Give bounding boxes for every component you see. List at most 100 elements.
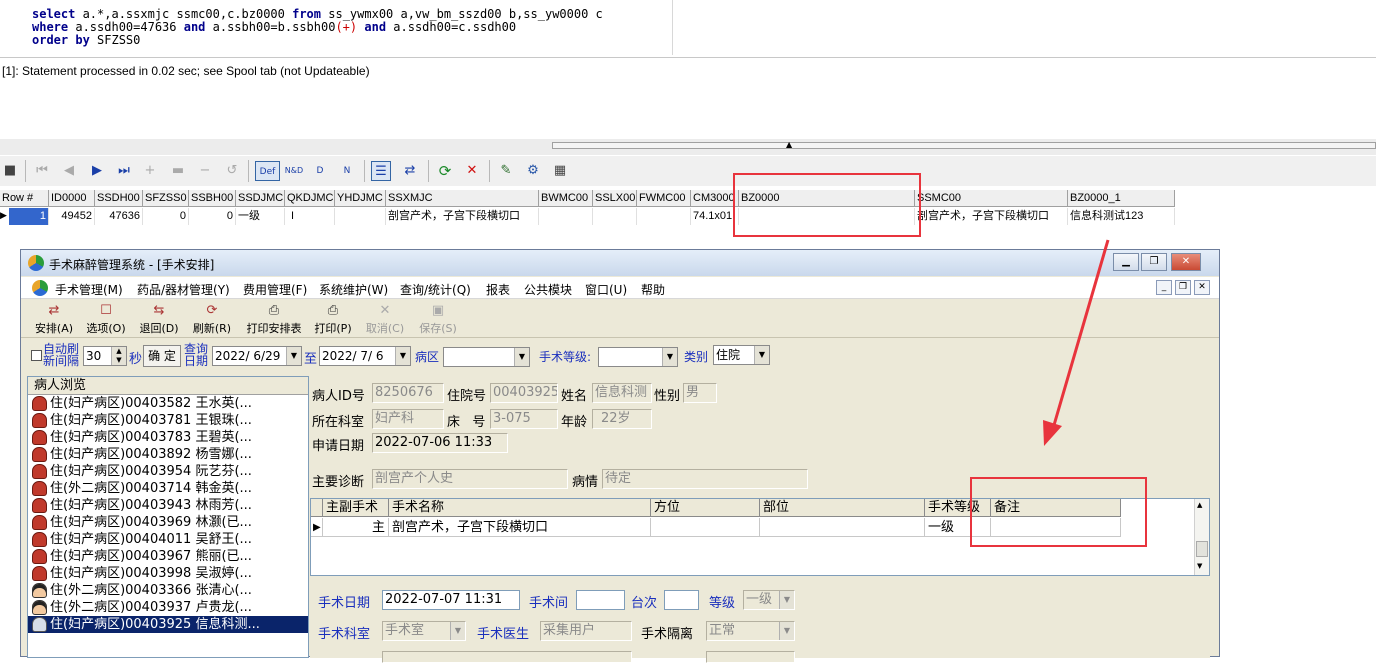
close-icon[interactable]: ✕: [462, 161, 482, 181]
chevron-down-icon[interactable]: ▼: [779, 622, 794, 640]
spin-icon[interactable]: ▲ ▼: [111, 347, 126, 365]
mdi-close-icon[interactable]: ✕: [1194, 280, 1210, 295]
grid-header[interactable]: SFZSS0: [143, 190, 189, 207]
patient-list-item[interactable]: 住(妇产病区)00403783 王碧英(...: [28, 429, 308, 446]
patient-list-item[interactable]: 住(妇产病区)00404011 吴舒王(...: [28, 531, 308, 548]
grid-cell[interactable]: 信息科测试123: [1068, 208, 1175, 225]
surgery-cell[interactable]: 剖宫产术，子宫下段横切口: [389, 518, 651, 537]
mdi-minimize-icon[interactable]: _: [1156, 280, 1172, 295]
patient-list-item[interactable]: 住(妇产病区)00403892 杨雪娜(...: [28, 446, 308, 463]
grid-cell[interactable]: 剖宫产术，子宫下段横切口: [915, 208, 1068, 225]
pane-splitter[interactable]: ▲: [0, 139, 1376, 155]
save-icon[interactable]: ■: [0, 161, 20, 181]
chevron-down-icon[interactable]: ▼: [754, 346, 769, 364]
sql-editor[interactable]: select a.*,a.ssxmjc ssmc00,c.bz0000 from…: [0, 0, 1376, 57]
view-d-button[interactable]: D: [310, 161, 330, 181]
last-record-icon[interactable]: ⏭: [114, 161, 134, 181]
menu-public[interactable]: 公共模块: [524, 281, 572, 298]
surgery-grid-header[interactable]: 手术名称: [389, 499, 651, 517]
next-record-icon[interactable]: ▶: [87, 161, 107, 181]
patient-list-item[interactable]: 住(妇产病区)00403781 王银珠(...: [28, 412, 308, 429]
patient-list-item[interactable]: 住(妇产病区)00403954 阮艺芬(...: [28, 463, 308, 480]
menu-window[interactable]: 窗口(U): [585, 281, 627, 298]
grid-header[interactable]: SSXMJC: [386, 190, 539, 207]
surgery-date-field[interactable]: 2022-07-07 11:31: [382, 590, 520, 610]
grid-cell[interactable]: [335, 208, 386, 225]
view-nd-button[interactable]: N&D: [283, 161, 305, 181]
grid-header[interactable]: Row #: [0, 190, 49, 207]
level-select[interactable]: ▼: [598, 347, 678, 367]
grid-header[interactable]: SSDH00: [95, 190, 143, 207]
first-record-icon[interactable]: ⏮: [32, 161, 52, 181]
surgery-cell[interactable]: 主: [323, 518, 389, 537]
age-field[interactable]: 22岁: [592, 409, 652, 429]
chevron-down-icon[interactable]: ▼: [662, 348, 677, 366]
mdi-restore-icon[interactable]: ❐: [1175, 280, 1191, 295]
form-view-icon[interactable]: ⇄: [400, 161, 420, 181]
cancel-button[interactable]: ✕ 取消(C): [363, 302, 407, 336]
splitter-bar[interactable]: [552, 142, 1376, 149]
chevron-down-icon[interactable]: ▼: [450, 622, 465, 640]
date-to-picker[interactable]: 2022/ 7/ 6 ▼: [319, 346, 411, 366]
grid-settings-icon[interactable]: ▦: [550, 161, 570, 181]
close-icon[interactable]: ✕: [1171, 253, 1201, 271]
app-title-bar[interactable]: 手术麻醉管理系统 - [手术安排] ▁ ❐ ✕: [21, 250, 1219, 276]
menu-query[interactable]: 查询/统计(Q): [400, 281, 471, 298]
grid-cell[interactable]: 剖宫产术，子宫下段横切口: [386, 208, 539, 225]
grid-cell[interactable]: 一级: [236, 208, 285, 225]
chevron-down-icon[interactable]: ▼: [514, 348, 529, 366]
surgery-cell[interactable]: [651, 518, 760, 537]
surgery-grid-scrollbar[interactable]: ▲ ▼: [1194, 499, 1209, 575]
grid-cell[interactable]: [637, 208, 691, 225]
patient-list-item[interactable]: 住(外二病区)00403366 张清心(...: [28, 582, 308, 599]
interval-stepper[interactable]: 30 ▲ ▼: [83, 346, 127, 366]
chevron-down-icon[interactable]: ▼: [1197, 562, 1202, 570]
grid-header[interactable]: ID0000: [49, 190, 95, 207]
room-field[interactable]: [576, 590, 625, 610]
inpatient-no-field[interactable]: 00403925: [490, 383, 558, 403]
cancel-edit-icon[interactable]: ↺: [222, 161, 242, 181]
grid-header[interactable]: QKDJMC: [285, 190, 335, 207]
grid-header[interactable]: SSMC00: [915, 190, 1068, 207]
menu-drugs[interactable]: 药品/器材管理(Y): [137, 281, 230, 298]
ward-select[interactable]: ▼: [443, 347, 530, 367]
print-button[interactable]: ⎙ 打印(P): [311, 302, 355, 336]
grid-header[interactable]: BWMC00: [539, 190, 593, 207]
grid-cell[interactable]: 0: [143, 208, 189, 225]
table-field[interactable]: [664, 590, 699, 610]
patient-id-field[interactable]: 8250676: [372, 383, 444, 403]
grid-cell[interactable]: 1: [9, 208, 49, 225]
refresh-button[interactable]: ⟳ 刷新(R): [191, 302, 233, 336]
grid-cell[interactable]: 49452: [49, 208, 95, 225]
patient-list-item[interactable]: 住(妇产病区)00403925 信息科测...: [28, 616, 308, 633]
surgery-cell[interactable]: [760, 518, 925, 537]
menu-fees[interactable]: 费用管理(F): [243, 281, 307, 298]
menu-help[interactable]: 帮助: [641, 281, 665, 298]
surgery-dept-select[interactable]: 手术室 ▼: [382, 621, 466, 641]
patient-list-item[interactable]: 住(妇产病区)00403582 王水英(...: [28, 395, 308, 412]
name-field[interactable]: 信息科测: [592, 383, 652, 403]
maximize-icon[interactable]: ❐: [1141, 253, 1167, 271]
isolation-select[interactable]: 正常 ▼: [706, 621, 795, 641]
bed-field[interactable]: 3-075: [490, 409, 558, 429]
grid-view-icon[interactable]: ☰: [371, 161, 391, 181]
dept-field[interactable]: 妇产科: [372, 409, 444, 429]
save-button[interactable]: ▣ 保存(S): [416, 302, 460, 336]
date-from-picker[interactable]: 2022/ 6/29 ▼: [212, 346, 302, 366]
surgery-grid-header[interactable]: 方位: [651, 499, 760, 517]
grid-header[interactable]: FWMC00: [637, 190, 691, 207]
return-button[interactable]: ⇆ 退回(D): [138, 302, 180, 336]
grid-header[interactable]: SSLX00: [593, 190, 637, 207]
options-button[interactable]: ☐ 选项(O): [85, 302, 127, 336]
scroll-thumb[interactable]: [1196, 541, 1208, 557]
grid-cell[interactable]: 0: [189, 208, 236, 225]
chevron-down-icon[interactable]: ▼: [286, 347, 301, 365]
condition-field[interactable]: 待定: [602, 469, 808, 489]
gender-field[interactable]: 男: [683, 383, 717, 403]
grid-header[interactable]: BZ0000_1: [1068, 190, 1175, 207]
print-schedule-button[interactable]: ⎙ 打印安排表: [242, 302, 306, 336]
export-icon[interactable]: ✎: [496, 161, 516, 181]
patient-list-item[interactable]: 住(妇产病区)00403998 吴淑婷(...: [28, 565, 308, 582]
patient-list-item[interactable]: 住(外二病区)00403937 卢贵龙(...: [28, 599, 308, 616]
insert-record-icon[interactable]: +: [140, 161, 160, 181]
